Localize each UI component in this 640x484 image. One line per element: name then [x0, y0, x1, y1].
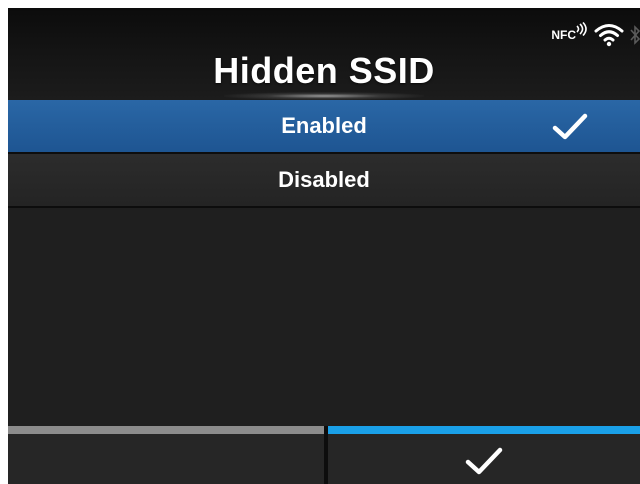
option-label: Disabled: [278, 167, 370, 192]
option-enabled[interactable]: Enabled: [8, 100, 640, 154]
confirm-button[interactable]: [328, 426, 640, 484]
status-bar: NFC: [551, 22, 640, 48]
nfc-label: NFC: [551, 28, 576, 42]
wifi-icon: [594, 24, 624, 47]
bluetooth-icon: [630, 25, 640, 45]
nfc-icon: NFC: [551, 22, 588, 42]
page-title: Hidden SSID: [213, 50, 435, 91]
back-button[interactable]: [8, 426, 324, 484]
printer-display: NFC Hidden SSID Enabled Disabled: [8, 8, 640, 484]
footer-bar: [8, 426, 640, 484]
check-icon: [552, 113, 588, 140]
back-button-bar: [8, 426, 324, 434]
header: NFC Hidden SSID: [8, 8, 640, 100]
nfc-waves-icon: [576, 22, 588, 36]
confirm-button-bar: [328, 426, 640, 434]
check-icon: [465, 447, 503, 475]
option-label: Enabled: [281, 113, 367, 138]
option-disabled[interactable]: Disabled: [8, 154, 640, 208]
option-list: Enabled Disabled: [8, 100, 640, 208]
title-underline-glow: [224, 92, 424, 100]
